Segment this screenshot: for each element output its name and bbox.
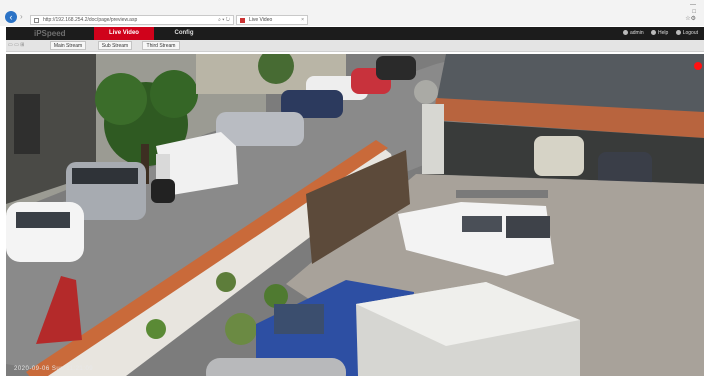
page-icon <box>34 18 39 23</box>
maximize-icon[interactable]: □ <box>676 9 696 16</box>
settings-icon[interactable]: ☆⚙ <box>676 16 696 23</box>
camera-image <box>6 54 704 376</box>
tab-live-video[interactable]: Live Video <box>94 27 154 40</box>
recording-indicator-icon <box>694 62 702 70</box>
logout-button[interactable]: Logout <box>675 30 698 36</box>
forward-arrow-icon[interactable]: › <box>20 13 28 21</box>
main-stream-button[interactable]: Main Stream <box>50 41 86 50</box>
layout-icon[interactable]: ▭ ▭ ⊞ <box>8 42 24 48</box>
help-button[interactable]: Help <box>651 30 668 36</box>
user-button[interactable]: admin <box>623 30 644 36</box>
tab-favicon-icon <box>240 18 245 23</box>
refresh-icon[interactable]: ⌕ ▾ ↻ <box>218 17 230 23</box>
live-video-feed[interactable]: 2020-09-06 Sun 11:21:09 <box>6 54 704 376</box>
tab-config[interactable]: Config <box>162 27 206 40</box>
user-icon <box>623 30 628 36</box>
address-url[interactable]: http://192.168.254.2/doc/page/preview.as… <box>43 17 137 23</box>
sub-stream-button[interactable]: Sub Stream <box>98 41 132 50</box>
window-controls[interactable]: — □ ☆⚙ <box>676 2 696 23</box>
address-bar[interactable]: http://192.168.254.2/doc/page/preview.as… <box>30 15 234 25</box>
brand-logo: iPSpeed <box>34 29 66 38</box>
logout-icon <box>675 30 681 36</box>
browser-chrome: ‹ › http://192.168.254.2/doc/page/previe… <box>0 0 704 26</box>
help-icon <box>651 30 657 36</box>
video-timestamp: 2020-09-06 Sun 11:21:09 <box>14 366 94 372</box>
browser-tab[interactable]: Live Video × <box>236 15 308 25</box>
stream-toolbar: ▭ ▭ ⊞ Main Stream Sub Stream Third Strea… <box>6 40 704 52</box>
app-header: iPSpeed Live Video Config admin Help Log… <box>6 27 704 40</box>
tab-title: Live Video <box>249 17 273 23</box>
close-icon[interactable]: × <box>301 17 304 23</box>
user-menu: admin Help Logout <box>617 27 698 40</box>
minimize-icon[interactable]: — <box>676 2 696 9</box>
third-stream-button[interactable]: Third Stream <box>142 41 180 50</box>
back-arrow-icon[interactable]: ‹ <box>5 11 17 23</box>
